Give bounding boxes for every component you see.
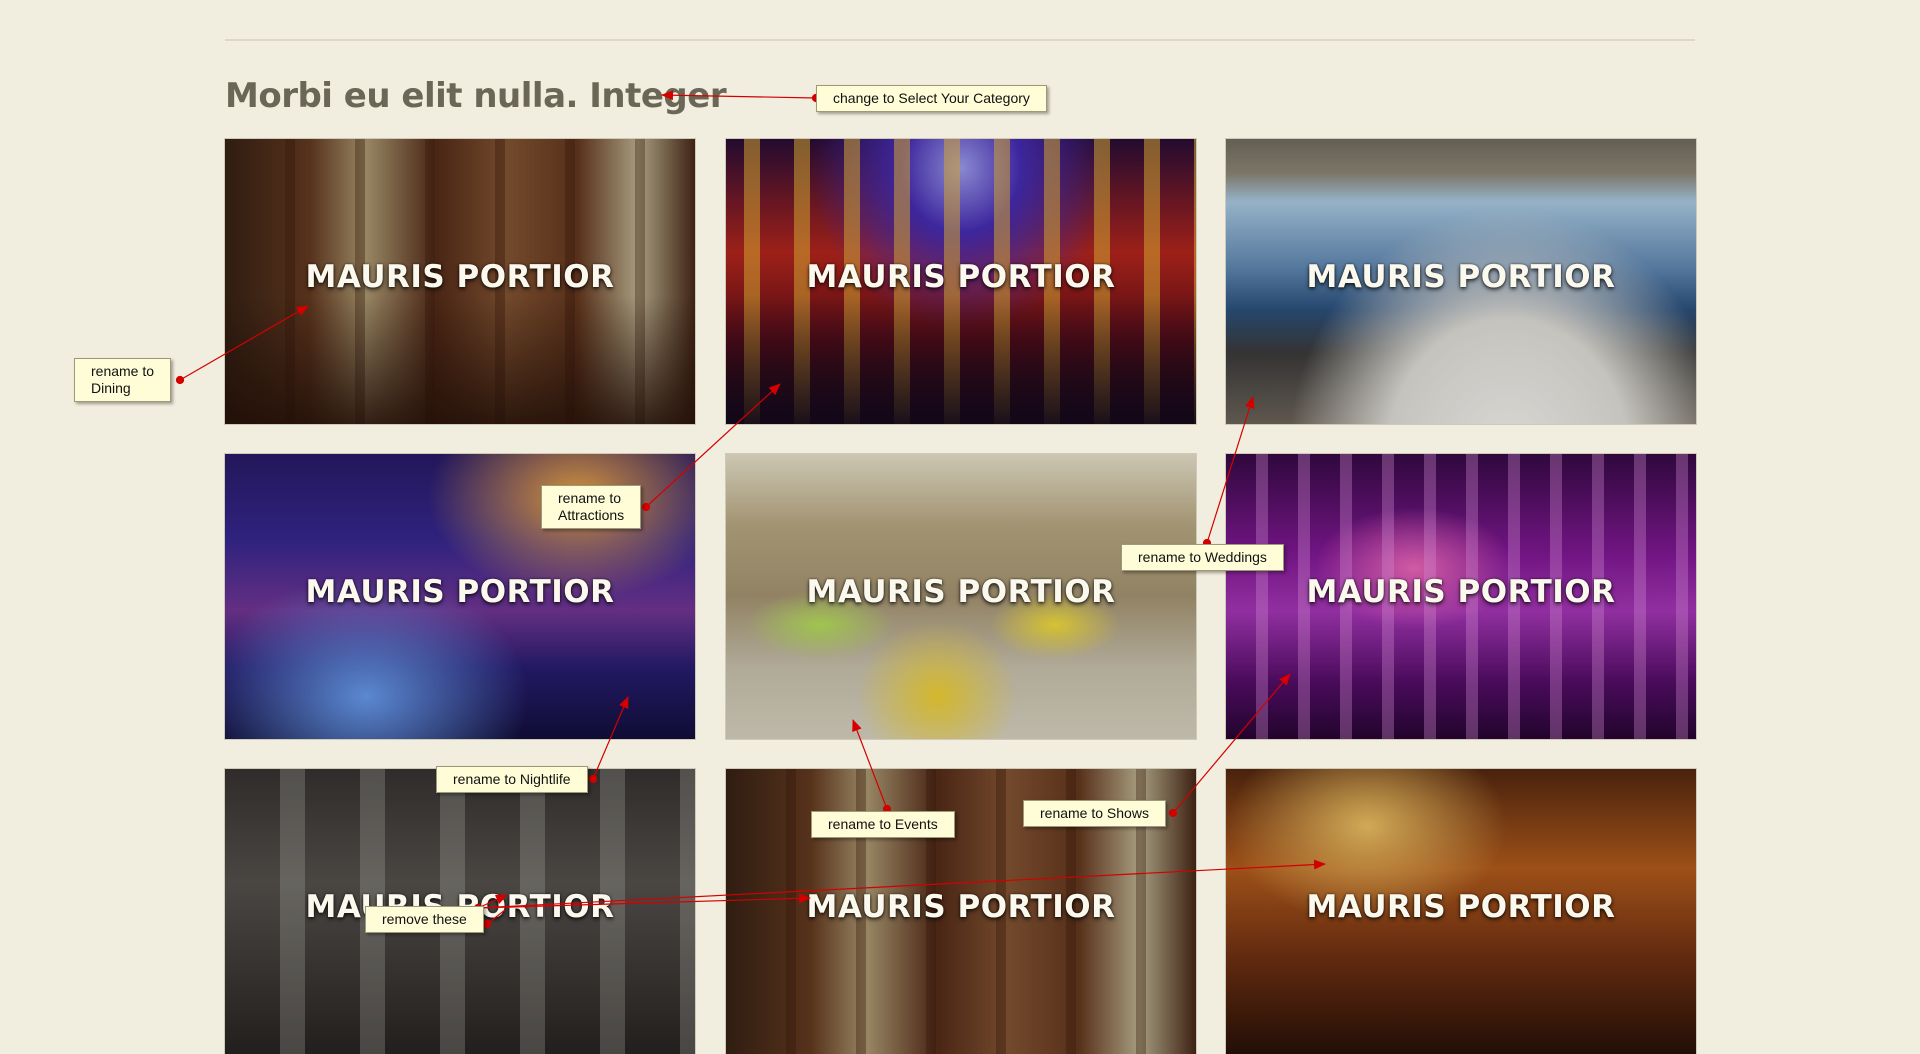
- note-attractions: rename to Attractions: [541, 485, 642, 529]
- tile-label: MAURIS PORTIOR: [1306, 259, 1616, 295]
- note-shows: rename to Shows: [1023, 800, 1166, 827]
- tile-label: MAURIS PORTIOR: [1306, 889, 1616, 925]
- tile-label: MAURIS PORTIOR: [806, 259, 1116, 295]
- tile-label: MAURIS PORTIOR: [806, 889, 1116, 925]
- note-events: rename to Events: [811, 811, 955, 838]
- category-tile-events[interactable]: MAURIS PORTIOR: [726, 454, 1196, 739]
- note-weddings: rename to Weddings: [1121, 544, 1284, 571]
- category-tile-shows[interactable]: MAURIS PORTIOR: [1226, 454, 1696, 739]
- category-tile-remove-3[interactable]: MAURIS PORTIOR: [1226, 769, 1696, 1054]
- tile-label: MAURIS PORTIOR: [1306, 574, 1616, 610]
- tile-label: MAURIS PORTIOR: [305, 259, 615, 295]
- tile-label: MAURIS PORTIOR: [305, 574, 615, 610]
- note-dining: rename to Dining: [74, 358, 172, 402]
- note-nightlife: rename to Nightlife: [436, 766, 588, 793]
- category-tile-weddings[interactable]: MAURIS PORTIOR: [1226, 139, 1696, 424]
- note-remove: remove these: [365, 906, 484, 933]
- tile-label: MAURIS PORTIOR: [806, 574, 1116, 610]
- category-tile-attractions[interactable]: MAURIS PORTIOR: [726, 139, 1196, 424]
- note-title: change to Select Your Category: [816, 85, 1047, 112]
- category-tile-dining[interactable]: MAURIS PORTIOR: [225, 139, 695, 424]
- category-grid: MAURIS PORTIOR MAURIS PORTIOR MAURIS POR…: [0, 0, 1920, 1054]
